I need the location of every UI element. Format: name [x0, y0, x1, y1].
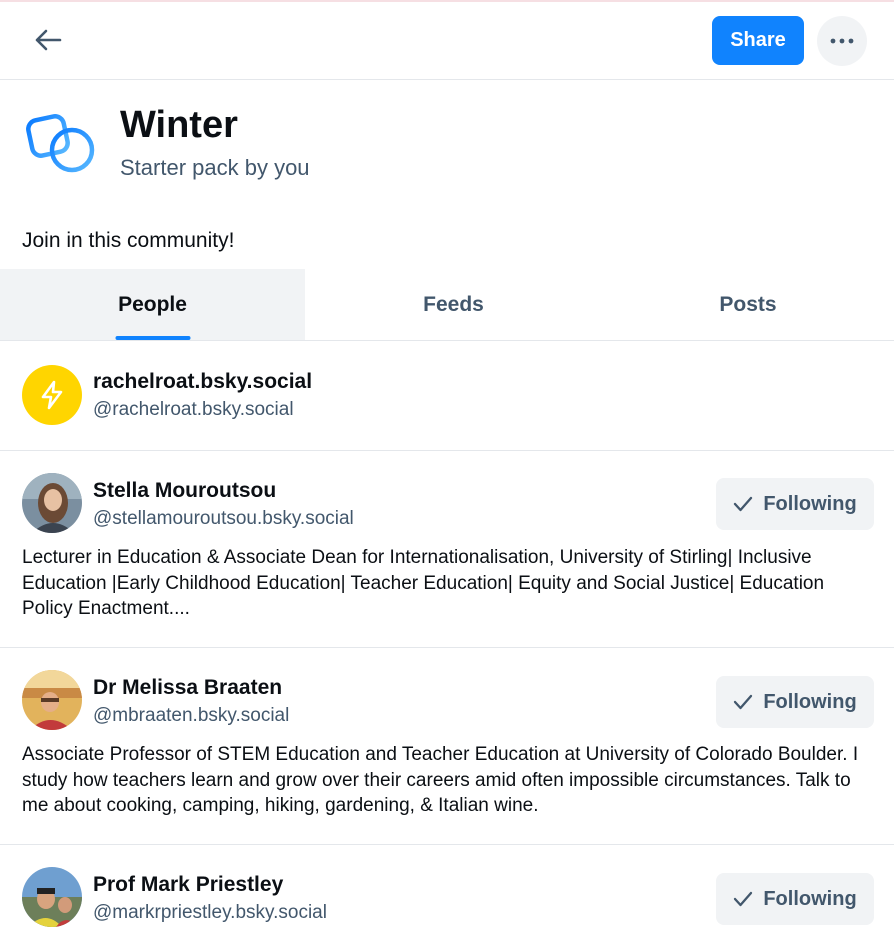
person-name[interactable]: rachelroat.bsky.social	[93, 370, 312, 394]
person-row[interactable]: Prof Mark Priestley @markrpriestley.bsky…	[0, 845, 894, 944]
share-button[interactable]: Share	[712, 16, 804, 65]
person-handle: @stellamouroutsou.bsky.social	[93, 508, 354, 529]
tab-feeds-label: Feeds	[423, 292, 484, 316]
following-button[interactable]: Following	[716, 873, 874, 925]
share-button-label: Share	[730, 29, 786, 51]
tab-people[interactable]: People	[0, 269, 305, 340]
following-button[interactable]: Following	[716, 676, 874, 728]
person-handle: @markrpriestley.bsky.social	[93, 902, 327, 923]
pack-subtitle: Starter pack by you	[120, 155, 310, 180]
person-name[interactable]: Dr Melissa Braaten	[93, 676, 282, 700]
arrow-left-icon	[35, 29, 62, 51]
checkmark-icon	[734, 496, 753, 512]
person-bio: Lecturer in Education & Associate Dean f…	[22, 547, 825, 619]
avatar[interactable]	[22, 365, 82, 425]
person-row[interactable]: Stella Mouroutsou @stellamouroutsou.bsky…	[0, 451, 894, 648]
lightning-icon	[41, 380, 63, 410]
following-button-label: Following	[763, 887, 857, 910]
person-name[interactable]: Stella Mouroutsou	[93, 479, 276, 503]
profile-photo	[22, 867, 82, 927]
pack-description: Join in this community!	[22, 229, 235, 252]
following-button-label: Following	[763, 690, 857, 713]
tab-people-label: People	[118, 292, 187, 316]
checkmark-icon	[734, 891, 753, 907]
profile-photo	[22, 473, 82, 533]
pack-title: Winter	[120, 104, 238, 146]
avatar[interactable]	[22, 867, 82, 927]
avatar[interactable]	[22, 670, 82, 730]
person-bio: Associate Professor of STEM Education an…	[22, 744, 859, 816]
profile-photo	[22, 670, 82, 730]
back-button[interactable]	[24, 20, 72, 60]
tab-bar: People Feeds Posts	[0, 269, 894, 341]
person-handle: @rachelroat.bsky.social	[93, 399, 294, 420]
more-options-button[interactable]	[817, 16, 867, 66]
checkmark-icon	[734, 694, 753, 710]
following-button[interactable]: Following	[716, 478, 874, 530]
person-row[interactable]: Dr Melissa Braaten @mbraaten.bsky.social…	[0, 648, 894, 845]
person-handle: @mbraaten.bsky.social	[93, 705, 290, 726]
tab-posts-label: Posts	[719, 292, 777, 316]
following-button-label: Following	[763, 492, 857, 515]
tab-feeds[interactable]: Feeds	[305, 269, 602, 340]
top-header: Share	[0, 2, 894, 80]
starter-pack-icon	[26, 114, 95, 173]
avatar[interactable]	[22, 473, 82, 533]
person-row[interactable]: rachelroat.bsky.social @rachelroat.bsky.…	[0, 341, 894, 451]
person-name[interactable]: Prof Mark Priestley	[93, 873, 283, 897]
active-tab-indicator	[115, 336, 190, 340]
ellipsis-icon	[830, 38, 854, 44]
tab-posts[interactable]: Posts	[602, 269, 894, 340]
